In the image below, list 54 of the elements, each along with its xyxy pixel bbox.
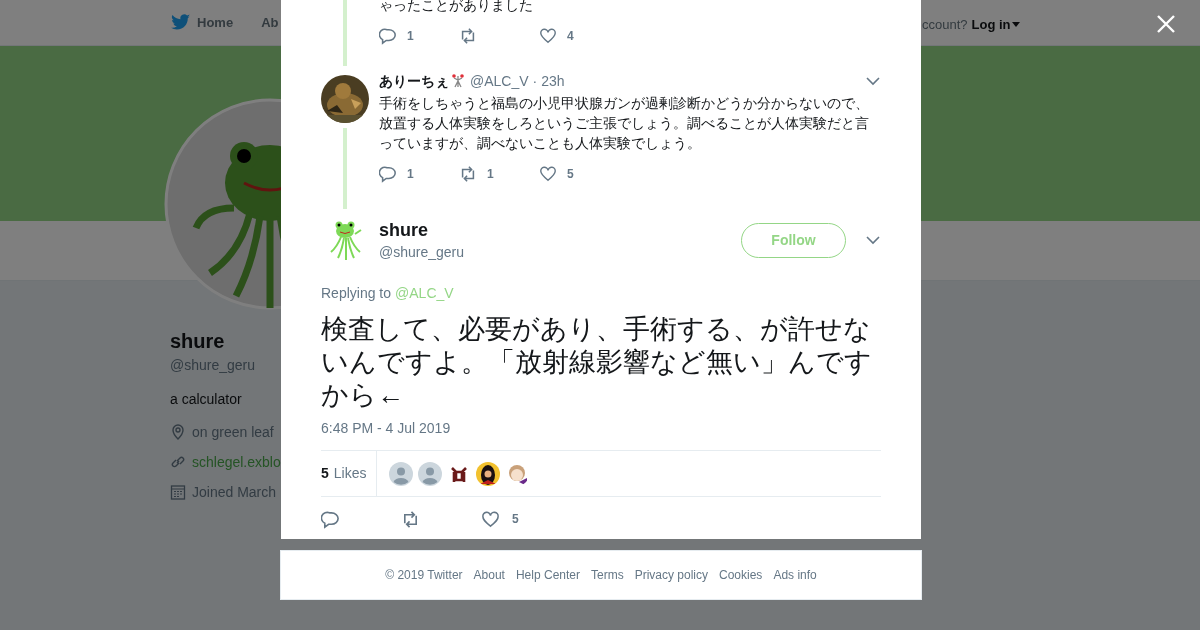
reply-icon[interactable] — [379, 27, 397, 45]
footer-link[interactable]: Cookies — [719, 566, 763, 584]
footer-link[interactable]: Privacy policy — [634, 566, 708, 584]
tweet-text: 検査して、必要があり、手術する、が許せないんですよ。「放射線影響など無い」んですから← — [321, 313, 873, 412]
action-count: 4 — [567, 28, 574, 45]
tweet-time[interactable]: 23h — [541, 72, 565, 90]
separator-dot: · — [532, 72, 538, 90]
action-count: 5 — [512, 511, 519, 528]
figure-icon — [450, 73, 466, 89]
location-icon — [170, 424, 186, 440]
login-link[interactable]: Log in — [971, 15, 1020, 35]
profile-location: on green leaf — [192, 425, 274, 439]
action-count: 1 — [407, 28, 414, 45]
footer-link[interactable]: About — [473, 566, 505, 584]
replying-label: Replying to — [321, 284, 392, 302]
retweet-icon[interactable] — [459, 27, 477, 45]
action-count: 1 — [407, 166, 414, 183]
action-count: 1 — [487, 166, 494, 183]
reply-icon[interactable] — [321, 509, 340, 529]
user-handle[interactable]: @shure_geru — [379, 241, 465, 262]
retweet-icon[interactable] — [459, 165, 477, 183]
footer-link[interactable]: Ads info — [773, 566, 817, 584]
caret-icon — [1011, 22, 1020, 28]
nav-link[interactable]: Home — [171, 12, 234, 33]
link-icon — [170, 454, 186, 470]
profile-handle: @shure_geru — [170, 356, 257, 375]
bird-icon — [171, 14, 191, 31]
nav-link[interactable]: Ab — [261, 12, 279, 33]
retweet-icon[interactable] — [401, 509, 420, 529]
tweet-text: ゃったことがありました — [379, 0, 534, 15]
copyright-text: © 2019 Twitter — [385, 567, 463, 584]
close-icon — [1156, 14, 1176, 34]
reply-icon[interactable] — [379, 165, 397, 183]
account-prompt: ccount? — [922, 16, 968, 34]
profile-bio: a calculator — [170, 390, 243, 409]
tweet-text: 手術をしちゃうと福島の小児甲状腺ガンが過剰診断かどうか分からないので、放置する人体実験をしろというご主張でしょう。調べることが人体実験だと言っていますが、調べないことも人体実験でしょう。 — [379, 94, 870, 153]
user-name[interactable]: ありーちぇ — [379, 72, 449, 90]
likes-stat[interactable]: 5 Likes — [321, 451, 378, 496]
heart-icon[interactable] — [539, 27, 557, 45]
footer-link[interactable]: Help Center — [515, 566, 580, 584]
profile-joined: Joined March — [192, 485, 277, 499]
avatar-icon[interactable] — [476, 461, 501, 486]
heart-icon[interactable] — [539, 165, 557, 183]
user-name[interactable]: shure — [379, 218, 465, 241]
chevron-icon[interactable] — [866, 235, 880, 245]
chevron-icon[interactable] — [866, 76, 880, 86]
action-count: 5 — [567, 166, 574, 183]
user-handle[interactable]: @ALC_V — [470, 72, 529, 90]
profile-name: shure — [170, 329, 226, 354]
footer-link[interactable]: Terms — [591, 566, 624, 584]
calendar-icon — [170, 484, 186, 500]
tweet-timestamp: 6:48 PM - 4 Jul 2019 — [321, 419, 452, 438]
close-button[interactable] — [1155, 13, 1177, 35]
heart-icon[interactable] — [481, 509, 500, 529]
